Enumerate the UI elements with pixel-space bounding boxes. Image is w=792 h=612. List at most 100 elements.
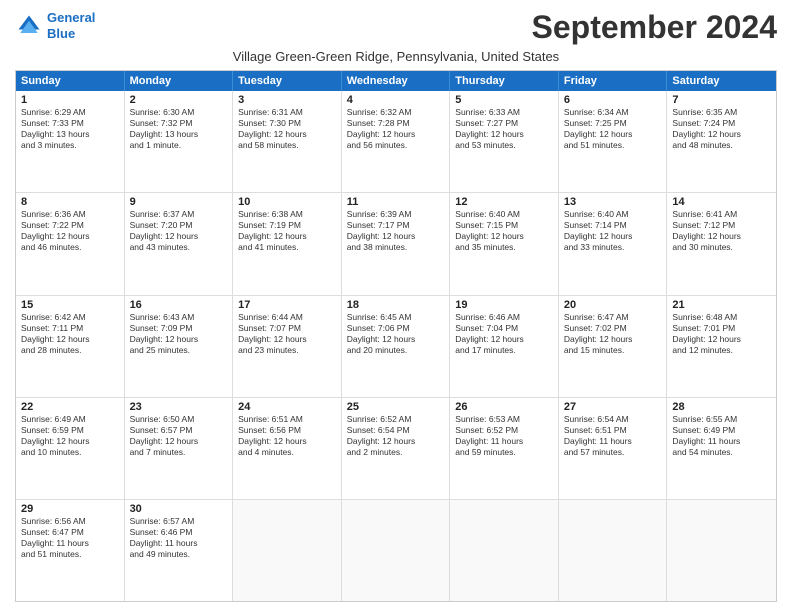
day-number: 17 bbox=[238, 299, 336, 311]
day-number: 2 bbox=[130, 94, 228, 106]
calendar-cell-w5-d4 bbox=[342, 500, 451, 601]
calendar-cell-w2-d7: 14Sunrise: 6:41 AM Sunset: 7:12 PM Dayli… bbox=[667, 193, 776, 294]
calendar-body: 1Sunrise: 6:29 AM Sunset: 7:33 PM Daylig… bbox=[16, 91, 776, 601]
calendar: Sunday Monday Tuesday Wednesday Thursday… bbox=[15, 70, 777, 602]
logo-icon bbox=[15, 12, 43, 40]
calendar-cell-w5-d1: 29Sunrise: 6:56 AM Sunset: 6:47 PM Dayli… bbox=[16, 500, 125, 601]
day-number: 14 bbox=[672, 196, 771, 208]
cell-info: Sunrise: 6:39 AM Sunset: 7:17 PM Dayligh… bbox=[347, 209, 445, 253]
calendar-cell-w3-d7: 21Sunrise: 6:48 AM Sunset: 7:01 PM Dayli… bbox=[667, 296, 776, 397]
cell-info: Sunrise: 6:42 AM Sunset: 7:11 PM Dayligh… bbox=[21, 312, 119, 356]
subtitle: Village Green-Green Ridge, Pennsylvania,… bbox=[15, 49, 777, 64]
calendar-cell-w5-d5 bbox=[450, 500, 559, 601]
calendar-cell-w3-d3: 17Sunrise: 6:44 AM Sunset: 7:07 PM Dayli… bbox=[233, 296, 342, 397]
cell-info: Sunrise: 6:32 AM Sunset: 7:28 PM Dayligh… bbox=[347, 107, 445, 151]
calendar-cell-w5-d3 bbox=[233, 500, 342, 601]
calendar-cell-w3-d5: 19Sunrise: 6:46 AM Sunset: 7:04 PM Dayli… bbox=[450, 296, 559, 397]
day-number: 6 bbox=[564, 94, 662, 106]
calendar-cell-w4-d1: 22Sunrise: 6:49 AM Sunset: 6:59 PM Dayli… bbox=[16, 398, 125, 499]
day-number: 12 bbox=[455, 196, 553, 208]
day-number: 18 bbox=[347, 299, 445, 311]
day-number: 3 bbox=[238, 94, 336, 106]
cell-info: Sunrise: 6:53 AM Sunset: 6:52 PM Dayligh… bbox=[455, 414, 553, 458]
day-number: 20 bbox=[564, 299, 662, 311]
calendar-cell-w1-d2: 2Sunrise: 6:30 AM Sunset: 7:32 PM Daylig… bbox=[125, 91, 234, 192]
calendar-week-4: 22Sunrise: 6:49 AM Sunset: 6:59 PM Dayli… bbox=[16, 398, 776, 500]
header-friday: Friday bbox=[559, 71, 668, 91]
cell-info: Sunrise: 6:31 AM Sunset: 7:30 PM Dayligh… bbox=[238, 107, 336, 151]
calendar-cell-w2-d4: 11Sunrise: 6:39 AM Sunset: 7:17 PM Dayli… bbox=[342, 193, 451, 294]
calendar-cell-w4-d4: 25Sunrise: 6:52 AM Sunset: 6:54 PM Dayli… bbox=[342, 398, 451, 499]
cell-info: Sunrise: 6:40 AM Sunset: 7:15 PM Dayligh… bbox=[455, 209, 553, 253]
calendar-cell-w1-d3: 3Sunrise: 6:31 AM Sunset: 7:30 PM Daylig… bbox=[233, 91, 342, 192]
day-number: 19 bbox=[455, 299, 553, 311]
calendar-cell-w2-d5: 12Sunrise: 6:40 AM Sunset: 7:15 PM Dayli… bbox=[450, 193, 559, 294]
calendar-cell-w1-d5: 5Sunrise: 6:33 AM Sunset: 7:27 PM Daylig… bbox=[450, 91, 559, 192]
day-number: 7 bbox=[672, 94, 771, 106]
cell-info: Sunrise: 6:47 AM Sunset: 7:02 PM Dayligh… bbox=[564, 312, 662, 356]
calendar-cell-w2-d6: 13Sunrise: 6:40 AM Sunset: 7:14 PM Dayli… bbox=[559, 193, 668, 294]
header-sunday: Sunday bbox=[16, 71, 125, 91]
title-block: September 2024 bbox=[532, 10, 777, 45]
calendar-cell-w4-d6: 27Sunrise: 6:54 AM Sunset: 6:51 PM Dayli… bbox=[559, 398, 668, 499]
day-number: 13 bbox=[564, 196, 662, 208]
calendar-cell-w1-d4: 4Sunrise: 6:32 AM Sunset: 7:28 PM Daylig… bbox=[342, 91, 451, 192]
cell-info: Sunrise: 6:35 AM Sunset: 7:24 PM Dayligh… bbox=[672, 107, 771, 151]
header: General Blue September 2024 bbox=[15, 10, 777, 45]
day-number: 4 bbox=[347, 94, 445, 106]
cell-info: Sunrise: 6:52 AM Sunset: 6:54 PM Dayligh… bbox=[347, 414, 445, 458]
day-number: 23 bbox=[130, 401, 228, 413]
calendar-cell-w3-d4: 18Sunrise: 6:45 AM Sunset: 7:06 PM Dayli… bbox=[342, 296, 451, 397]
day-number: 22 bbox=[21, 401, 119, 413]
calendar-week-5: 29Sunrise: 6:56 AM Sunset: 6:47 PM Dayli… bbox=[16, 500, 776, 601]
logo-text: General Blue bbox=[47, 10, 95, 41]
day-number: 10 bbox=[238, 196, 336, 208]
calendar-week-1: 1Sunrise: 6:29 AM Sunset: 7:33 PM Daylig… bbox=[16, 91, 776, 193]
calendar-cell-w3-d1: 15Sunrise: 6:42 AM Sunset: 7:11 PM Dayli… bbox=[16, 296, 125, 397]
cell-info: Sunrise: 6:37 AM Sunset: 7:20 PM Dayligh… bbox=[130, 209, 228, 253]
header-tuesday: Tuesday bbox=[233, 71, 342, 91]
calendar-cell-w5-d7 bbox=[667, 500, 776, 601]
header-monday: Monday bbox=[125, 71, 234, 91]
cell-info: Sunrise: 6:43 AM Sunset: 7:09 PM Dayligh… bbox=[130, 312, 228, 356]
calendar-cell-w1-d1: 1Sunrise: 6:29 AM Sunset: 7:33 PM Daylig… bbox=[16, 91, 125, 192]
calendar-cell-w3-d6: 20Sunrise: 6:47 AM Sunset: 7:02 PM Dayli… bbox=[559, 296, 668, 397]
day-number: 24 bbox=[238, 401, 336, 413]
header-wednesday: Wednesday bbox=[342, 71, 451, 91]
cell-info: Sunrise: 6:40 AM Sunset: 7:14 PM Dayligh… bbox=[564, 209, 662, 253]
cell-info: Sunrise: 6:54 AM Sunset: 6:51 PM Dayligh… bbox=[564, 414, 662, 458]
calendar-cell-w2-d1: 8Sunrise: 6:36 AM Sunset: 7:22 PM Daylig… bbox=[16, 193, 125, 294]
calendar-week-2: 8Sunrise: 6:36 AM Sunset: 7:22 PM Daylig… bbox=[16, 193, 776, 295]
calendar-cell-w5-d6 bbox=[559, 500, 668, 601]
logo: General Blue bbox=[15, 10, 95, 41]
month-title: September 2024 bbox=[532, 10, 777, 45]
cell-info: Sunrise: 6:49 AM Sunset: 6:59 PM Dayligh… bbox=[21, 414, 119, 458]
day-number: 30 bbox=[130, 503, 228, 515]
day-number: 1 bbox=[21, 94, 119, 106]
day-number: 26 bbox=[455, 401, 553, 413]
calendar-cell-w4-d2: 23Sunrise: 6:50 AM Sunset: 6:57 PM Dayli… bbox=[125, 398, 234, 499]
day-number: 16 bbox=[130, 299, 228, 311]
day-number: 15 bbox=[21, 299, 119, 311]
calendar-cell-w4-d3: 24Sunrise: 6:51 AM Sunset: 6:56 PM Dayli… bbox=[233, 398, 342, 499]
day-number: 11 bbox=[347, 196, 445, 208]
cell-info: Sunrise: 6:46 AM Sunset: 7:04 PM Dayligh… bbox=[455, 312, 553, 356]
cell-info: Sunrise: 6:33 AM Sunset: 7:27 PM Dayligh… bbox=[455, 107, 553, 151]
calendar-cell-w5-d2: 30Sunrise: 6:57 AM Sunset: 6:46 PM Dayli… bbox=[125, 500, 234, 601]
calendar-cell-w1-d6: 6Sunrise: 6:34 AM Sunset: 7:25 PM Daylig… bbox=[559, 91, 668, 192]
header-thursday: Thursday bbox=[450, 71, 559, 91]
day-number: 8 bbox=[21, 196, 119, 208]
day-number: 9 bbox=[130, 196, 228, 208]
calendar-week-3: 15Sunrise: 6:42 AM Sunset: 7:11 PM Dayli… bbox=[16, 296, 776, 398]
day-number: 5 bbox=[455, 94, 553, 106]
page: General Blue September 2024 Village Gree… bbox=[0, 0, 792, 612]
calendar-cell-w1-d7: 7Sunrise: 6:35 AM Sunset: 7:24 PM Daylig… bbox=[667, 91, 776, 192]
calendar-cell-w4-d7: 28Sunrise: 6:55 AM Sunset: 6:49 PM Dayli… bbox=[667, 398, 776, 499]
cell-info: Sunrise: 6:56 AM Sunset: 6:47 PM Dayligh… bbox=[21, 516, 119, 560]
cell-info: Sunrise: 6:51 AM Sunset: 6:56 PM Dayligh… bbox=[238, 414, 336, 458]
calendar-header-row: Sunday Monday Tuesday Wednesday Thursday… bbox=[16, 71, 776, 91]
cell-info: Sunrise: 6:55 AM Sunset: 6:49 PM Dayligh… bbox=[672, 414, 771, 458]
calendar-cell-w3-d2: 16Sunrise: 6:43 AM Sunset: 7:09 PM Dayli… bbox=[125, 296, 234, 397]
calendar-cell-w4-d5: 26Sunrise: 6:53 AM Sunset: 6:52 PM Dayli… bbox=[450, 398, 559, 499]
cell-info: Sunrise: 6:36 AM Sunset: 7:22 PM Dayligh… bbox=[21, 209, 119, 253]
